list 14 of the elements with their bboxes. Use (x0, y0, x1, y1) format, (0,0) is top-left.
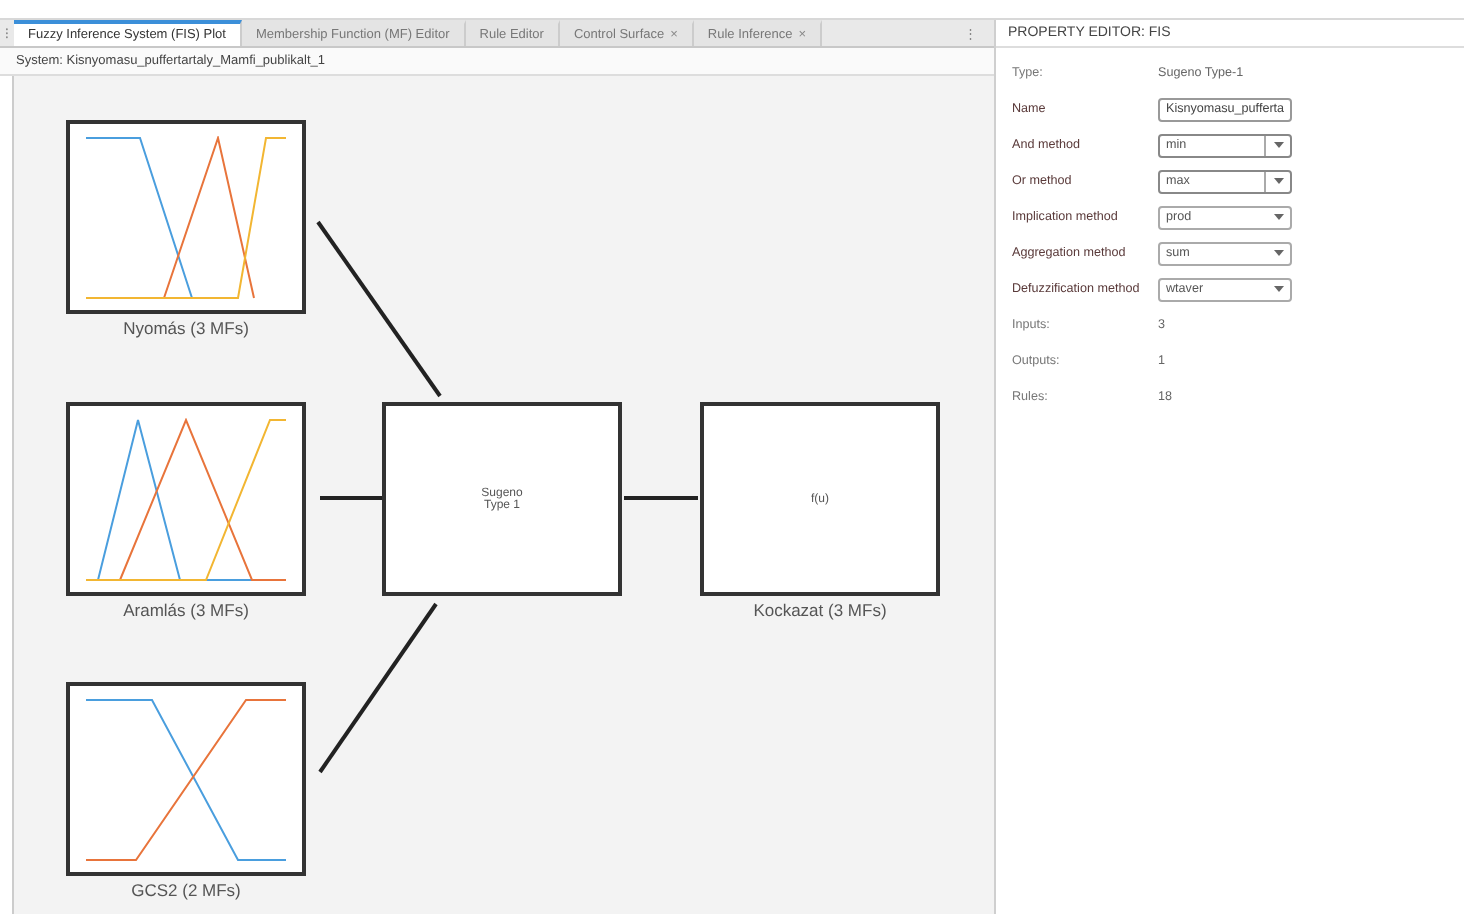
input-node[interactable] (66, 120, 306, 314)
dropdown-arrow-icon (1273, 178, 1283, 185)
input-label: Nyomás (3 MFs) (121, 318, 251, 338)
input-label: Aramlás (3 MFs) (121, 600, 251, 620)
dropdown-arrow-icon (1273, 250, 1283, 257)
input-node[interactable] (66, 402, 306, 596)
dropdown-arrow-icon (1273, 286, 1283, 293)
dropdown-arrow-icon (1273, 142, 1283, 149)
input-node[interactable] (66, 682, 306, 876)
connector-line (624, 496, 698, 500)
input-label: GCS2 (2 MFs) (129, 880, 243, 900)
connector-line (320, 496, 382, 500)
output-label: Kockazat (3 MFs) (751, 600, 889, 620)
dropdown-arrow-icon (1273, 214, 1283, 221)
